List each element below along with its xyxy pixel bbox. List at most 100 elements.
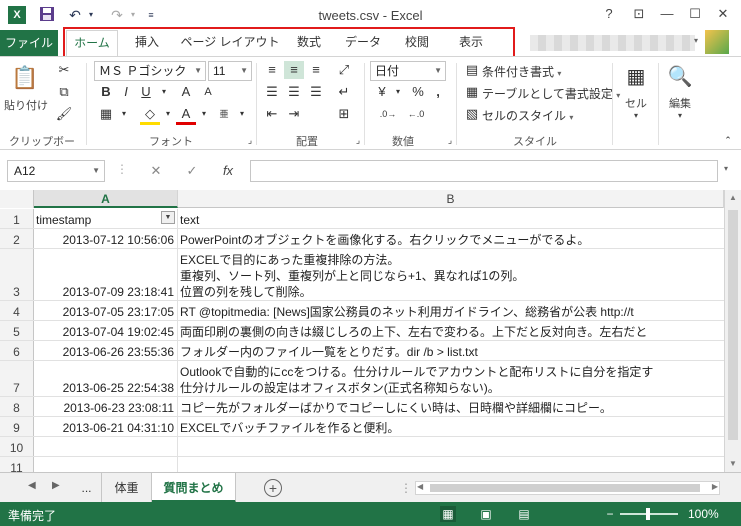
border-dropdown-icon[interactable]: ▾ [114,105,134,123]
decrease-indent-icon[interactable]: ⇤ [262,105,282,123]
normal-view-icon[interactable]: ▦ [440,506,456,522]
decrease-decimal-icon[interactable]: ←.0 [406,105,426,123]
scroll-right-icon[interactable]: ▶ [712,482,718,491]
formula-input[interactable] [250,160,718,182]
close-button[interactable]: ✕ [712,4,734,24]
cell-text[interactable]: text [178,209,724,228]
account-dropdown-icon[interactable]: ▾ [694,36,698,45]
font-color-button[interactable]: A [176,105,196,125]
page-break-view-icon[interactable]: ▤ [516,506,532,522]
cell-timestamp[interactable]: 2013-06-25 22:54:38 [34,361,178,396]
row-header[interactable]: 1 [0,209,34,228]
cell-timestamp[interactable] [34,437,178,456]
underline-button[interactable]: U [136,83,156,101]
help-button[interactable]: ? [598,4,620,24]
sheet-tab-weight[interactable]: 体重 [102,473,152,503]
column-header-b[interactable]: B [178,190,724,208]
underline-dropdown-icon[interactable]: ▾ [154,83,174,101]
align-left-icon[interactable]: ☰ [262,83,282,101]
tab-split-grip[interactable]: ⋮ [400,481,412,495]
cell-text[interactable]: EXCELで目的にあった重複排除の方法。 重複列、ソート列、重複列が上と同じなら+… [178,249,724,300]
cell-timestamp[interactable]: 2013-07-05 23:17:05 [34,301,178,320]
insert-function-icon[interactable]: fx [218,161,238,181]
tab-file[interactable]: ファイル [0,30,58,56]
zoom-out-button[interactable]: − [602,506,618,522]
number-dialog-launcher-icon[interactable]: ⌟ [440,131,460,149]
grow-font-button[interactable]: A [176,83,196,101]
cell-timestamp[interactable]: 2013-07-04 19:02:45 [34,321,178,340]
filter-dropdown-icon[interactable]: ▼ [161,211,175,224]
cell-timestamp[interactable]: timestamp ▼ [34,209,178,228]
cell-text[interactable] [178,437,724,456]
align-center-icon[interactable]: ☰ [284,83,304,101]
row-header[interactable]: 7 [0,361,34,396]
cell-text[interactable]: EXCELでバッチファイルを作ると便利。 [178,417,724,436]
add-sheet-button[interactable]: + [264,479,282,497]
row-header[interactable]: 6 [0,341,34,360]
row-header[interactable]: 2 [0,229,34,248]
binoculars-icon[interactable]: 🔍 [666,63,694,91]
select-all-corner[interactable] [0,190,34,208]
phonetic-icon[interactable]: 亜 [214,105,234,123]
cell-timestamp[interactable]: 2013-06-26 23:55:36 [34,341,178,360]
italic-button[interactable]: I [116,83,136,101]
row-header[interactable]: 10 [0,437,34,456]
wrap-text-icon[interactable]: ↵ [334,83,354,101]
row-header[interactable]: 11 [0,457,34,472]
ribbon-display-options-button[interactable]: ⊡ [628,4,650,24]
conditional-format-icon[interactable]: ▤ [462,61,482,79]
copy-icon[interactable]: ⧉ [54,83,74,101]
cell-text[interactable]: PowerPointのオブジェクトを画像化する。右クリックでメニューがでるよ。 [178,229,724,248]
column-header-a[interactable]: A [34,190,178,208]
cell-styles-icon[interactable]: ▧ [462,105,482,123]
font-dialog-launcher-icon[interactable]: ⌟ [240,131,260,149]
name-box[interactable]: A12 ▼ [7,160,105,182]
vertical-scrollbar[interactable]: ▲ ▼ [724,190,741,472]
font-size-select[interactable]: 11 ▼ [208,61,252,81]
row-header[interactable]: 8 [0,397,34,416]
paste-label[interactable]: 貼り付け [4,97,48,113]
zoom-level[interactable]: 100% [688,507,719,521]
editing-dropdown-icon[interactable]: ▾ [664,111,696,120]
row-header[interactable]: 3 [0,249,34,300]
bold-button[interactable]: B [96,83,116,101]
phonetic-dropdown-icon[interactable]: ▾ [232,105,252,123]
align-bottom-icon[interactable]: ≡ [306,61,326,79]
percent-button[interactable]: % [408,83,428,101]
fill-color-dropdown-icon[interactable]: ▾ [158,105,178,123]
scroll-thumb[interactable] [728,210,738,440]
merge-center-icon[interactable]: ⊞ [334,105,354,123]
cancel-icon[interactable]: ✕ [146,161,166,181]
cell-text[interactable]: フォルダー内のファイル一覧をとりだす。dir /b > list.txt [178,341,724,360]
fill-color-icon[interactable]: ◇ [140,105,160,125]
avatar[interactable] [705,30,729,54]
expand-formula-bar-icon[interactable]: ▾ [724,164,728,173]
scroll-down-icon[interactable]: ▼ [725,456,741,472]
more-sheets-button[interactable]: ... [72,473,102,503]
align-right-icon[interactable]: ☰ [306,83,326,101]
align-top-icon[interactable]: ≡ [262,61,282,79]
sheet-tab-questions[interactable]: 質問まとめ [152,473,236,503]
cell-timestamp[interactable]: 2013-06-23 23:08:11 [34,397,178,416]
row-header[interactable]: 9 [0,417,34,436]
cell-text[interactable] [178,457,724,472]
cell-timestamp[interactable]: 2013-06-21 04:31:10 [34,417,178,436]
horizontal-scrollbar[interactable]: ◀ ▶ [415,481,720,495]
paste-icon[interactable]: 📋 [10,63,40,93]
cell-text[interactable]: 両面印刷の裏側の向きは綴じしろの上下、左右で変わる。上下だと反対向き。左右だと [178,321,724,340]
conditional-format-button[interactable]: 条件付き書式 ▾ [482,63,561,80]
cut-icon[interactable]: ✂ [54,61,74,79]
format-painter-icon[interactable]: 🖌 [54,105,74,123]
align-middle-icon[interactable]: ≡ [284,61,304,79]
increase-indent-icon[interactable]: ⇥ [284,105,304,123]
comma-button[interactable]: , [428,83,448,101]
cell-text[interactable]: Outlookで自動的にccをつける。仕分けルールでアカウントと配布リストに自分… [178,361,724,396]
cells-icon[interactable]: ▦ [622,63,650,91]
currency-dropdown-icon[interactable]: ▾ [388,83,408,101]
scroll-up-icon[interactable]: ▲ [725,190,741,206]
format-as-table-icon[interactable]: ▦ [462,83,482,101]
format-as-table-button[interactable]: テーブルとして書式設定 ▾ [482,85,620,102]
maximize-button[interactable]: ☐ [684,4,706,24]
row-header[interactable]: 4 [0,301,34,320]
next-sheet-icon[interactable]: ▶ [52,480,60,491]
